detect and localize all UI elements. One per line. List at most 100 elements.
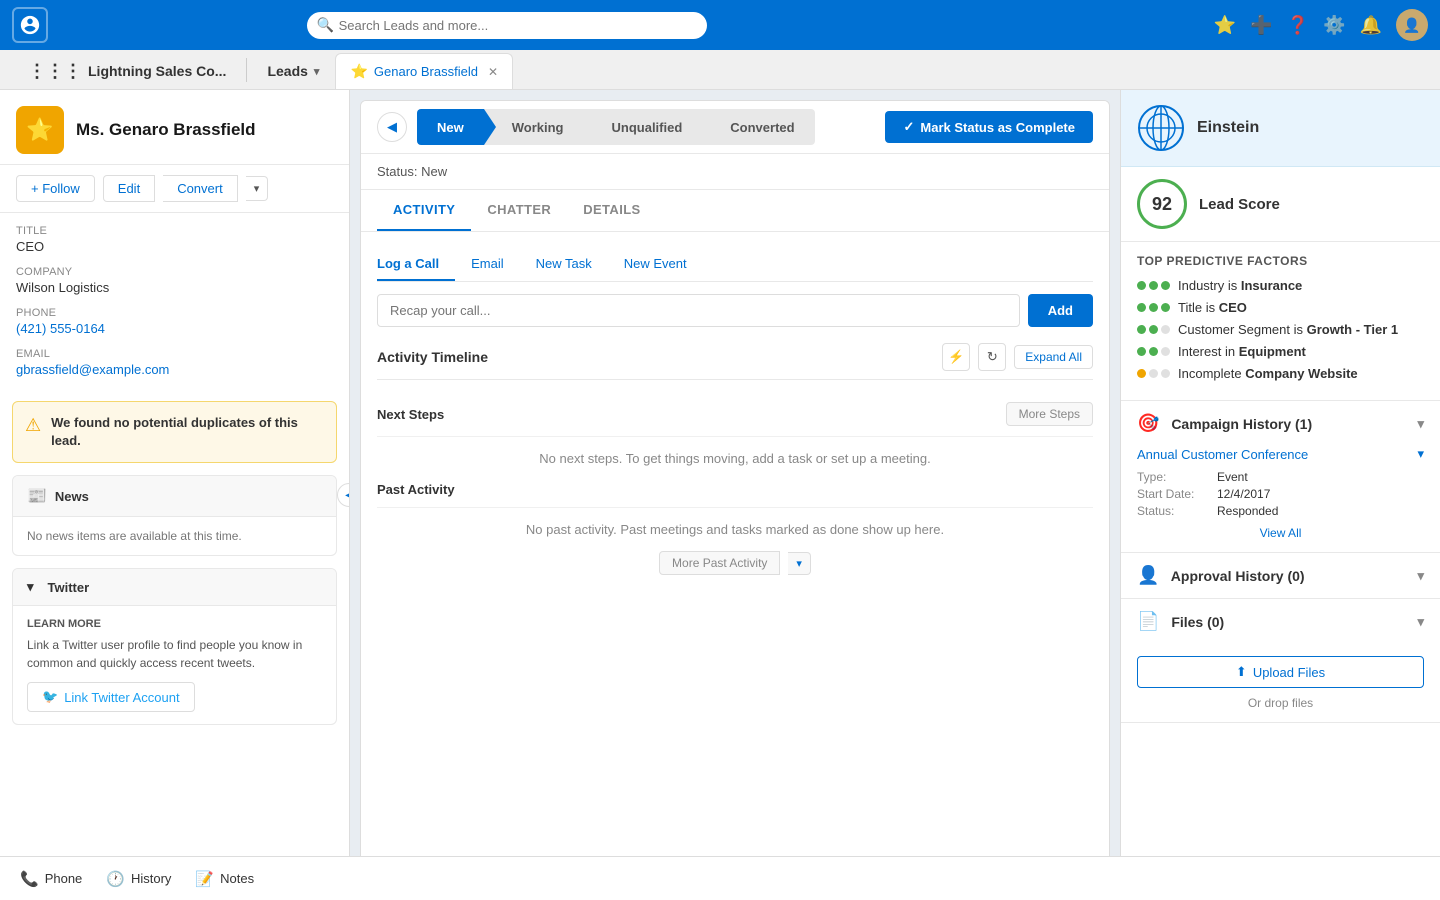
call-recap-input[interactable] <box>377 294 1020 327</box>
leads-nav-item[interactable]: Leads ▾ <box>255 53 331 89</box>
factor-row: Customer Segment is Growth - Tier 1 <box>1137 322 1424 337</box>
twitter-icon: 🐦 <box>42 689 58 705</box>
view-all-link[interactable]: View All <box>1137 526 1424 540</box>
add-icon[interactable]: ➕ <box>1250 15 1272 36</box>
files-header[interactable]: 📄 Files (0) ▾ <box>1121 599 1440 644</box>
stage-converted[interactable]: Converted <box>702 109 814 145</box>
news-header[interactable]: 📰 News <box>13 476 336 517</box>
factor-row: Title is CEO <box>1137 300 1424 315</box>
twitter-header[interactable]: ▾ Twitter <box>13 569 336 606</box>
right-panel: Einstein 92 Lead Score TOP PREDICTIVE FA… <box>1120 90 1440 900</box>
action-log-call[interactable]: Log a Call <box>377 248 455 281</box>
dot <box>1149 325 1158 334</box>
call-input-row: Add <box>377 294 1093 327</box>
tab-star-icon: ⭐ <box>350 63 367 80</box>
left-panel: ⭐ Ms. Genaro Brassfield + Follow Edit Co… <box>0 90 350 900</box>
past-activity-section: Past Activity <box>377 472 1093 508</box>
dot <box>1161 369 1170 378</box>
convert-dropdown-button[interactable]: ▾ <box>246 176 269 201</box>
next-steps-section: Next Steps More Steps <box>377 392 1093 437</box>
tab-label: Genaro Brassfield <box>374 64 478 79</box>
app-switcher[interactable]: ⋮⋮⋮ Lightning Sales Co... <box>16 53 238 89</box>
phone-value[interactable]: (421) 555-0164 <box>16 321 333 336</box>
link-twitter-button[interactable]: 🐦 Link Twitter Account <box>27 682 195 712</box>
action-tabs: Log a Call Email New Task New Event <box>377 248 1093 282</box>
campaign-type-row: Type: Event <box>1137 470 1424 484</box>
email-value[interactable]: gbrassfield@example.com <box>16 362 333 377</box>
action-new-event[interactable]: New Event <box>608 248 703 281</box>
dot <box>1149 303 1158 312</box>
stage-bar: ◀ New Working Unqualified Converted ✓ Ma… <box>361 101 1109 154</box>
collapse-panel-button[interactable]: ◀ <box>337 483 350 507</box>
twitter-body: Learn More Link a Twitter user profile t… <box>13 606 336 724</box>
factor-dots <box>1137 347 1170 356</box>
tab-details[interactable]: DETAILS <box>567 190 656 231</box>
bottom-phone[interactable]: 📞 Phone <box>20 870 82 888</box>
drop-files-text: Or drop files <box>1137 696 1424 710</box>
factor-row: Interest in Equipment <box>1137 344 1424 359</box>
campaign-history-section: 🎯 Campaign History (1) ▾ Annual Customer… <box>1121 401 1440 553</box>
search-icon: 🔍 <box>317 17 334 34</box>
notifications-icon[interactable]: 🔔 <box>1360 15 1382 36</box>
leads-dropdown-icon[interactable]: ▾ <box>314 65 320 78</box>
app-logo[interactable] <box>12 7 48 43</box>
factor-text: Incomplete Company Website <box>1178 366 1358 381</box>
files-section: 📄 Files (0) ▾ ⬆ Upload Files Or drop fil… <box>1121 599 1440 723</box>
stage-unqualified[interactable]: Unqualified <box>584 109 703 145</box>
campaign-link[interactable]: Annual Customer Conference ▾ <box>1137 446 1424 462</box>
dot <box>1137 281 1146 290</box>
edit-button[interactable]: Edit <box>103 175 155 202</box>
activity-tabs: ACTIVITY CHATTER DETAILS <box>361 190 1109 232</box>
more-past-activity-button[interactable]: More Past Activity <box>659 551 780 575</box>
factor-row: Industry is Insurance <box>1137 278 1424 293</box>
user-avatar[interactable]: 👤 <box>1396 9 1428 41</box>
bottom-history[interactable]: 🕐 History <box>106 870 171 888</box>
refresh-icon-button[interactable]: ↻ <box>978 343 1006 371</box>
stage-back-button[interactable]: ◀ <box>377 112 407 142</box>
search-input[interactable] <box>307 12 707 39</box>
factor-dots <box>1137 281 1170 290</box>
tab-activity[interactable]: ACTIVITY <box>377 190 471 231</box>
lead-actions: + Follow Edit Convert ▾ <box>0 165 349 213</box>
next-steps-empty: No next steps. To get things moving, add… <box>377 437 1093 472</box>
filter-icon-button[interactable]: ⚡ <box>942 343 970 371</box>
dot <box>1149 369 1158 378</box>
add-button[interactable]: Add <box>1028 294 1093 327</box>
phone-field: Phone (421) 555-0164 <box>16 307 333 336</box>
campaign-icon: 🎯 <box>1137 413 1159 433</box>
past-activity-row: More Past Activity ▾ <box>377 543 1093 583</box>
news-body: No news items are available at this time… <box>13 517 336 555</box>
genaro-tab[interactable]: ⭐ Genaro Brassfield ✕ <box>335 53 513 89</box>
dot <box>1137 303 1146 312</box>
settings-icon[interactable]: ⚙️ <box>1323 15 1345 36</box>
dot <box>1161 347 1170 356</box>
expand-all-button[interactable]: Expand All <box>1014 345 1093 369</box>
more-steps-button[interactable]: More Steps <box>1006 402 1093 426</box>
action-email[interactable]: Email <box>455 248 520 281</box>
convert-button[interactable]: Convert <box>163 175 238 202</box>
bottom-notes[interactable]: 📝 Notes <box>195 870 254 888</box>
follow-button[interactable]: + Follow <box>16 175 95 202</box>
tab-close-icon[interactable]: ✕ <box>488 65 498 79</box>
upload-icon: ⬆ <box>1236 664 1247 680</box>
tab-chatter[interactable]: CHATTER <box>471 190 567 231</box>
mark-complete-button[interactable]: ✓ Mark Status as Complete <box>885 111 1093 143</box>
stage-new[interactable]: New <box>417 109 484 145</box>
timeline-title: Activity Timeline <box>377 349 488 365</box>
app-name-label: Lightning Sales Co... <box>88 63 226 79</box>
factor-text: Customer Segment is Growth - Tier 1 <box>1178 322 1398 337</box>
email-field: Email gbrassfield@example.com <box>16 348 333 377</box>
upload-files-button[interactable]: ⬆ Upload Files <box>1137 656 1424 688</box>
timeline-actions: ⚡ ↻ Expand All <box>942 343 1093 371</box>
help-icon[interactable]: ❓ <box>1287 15 1309 36</box>
campaign-chevron-icon: ▾ <box>1417 416 1424 432</box>
campaign-expand-icon[interactable]: ▾ <box>1417 446 1424 462</box>
stage-working[interactable]: Working <box>484 109 584 145</box>
action-new-task[interactable]: New Task <box>520 248 608 281</box>
favorites-icon[interactable]: ⭐ <box>1214 15 1236 36</box>
einstein-icon <box>1137 104 1185 152</box>
more-past-dropdown-button[interactable]: ▾ <box>788 552 811 575</box>
approval-history-header[interactable]: 👤 Approval History (0) ▾ <box>1121 553 1440 598</box>
dot <box>1149 347 1158 356</box>
campaign-history-header[interactable]: 🎯 Campaign History (1) ▾ <box>1121 401 1440 446</box>
